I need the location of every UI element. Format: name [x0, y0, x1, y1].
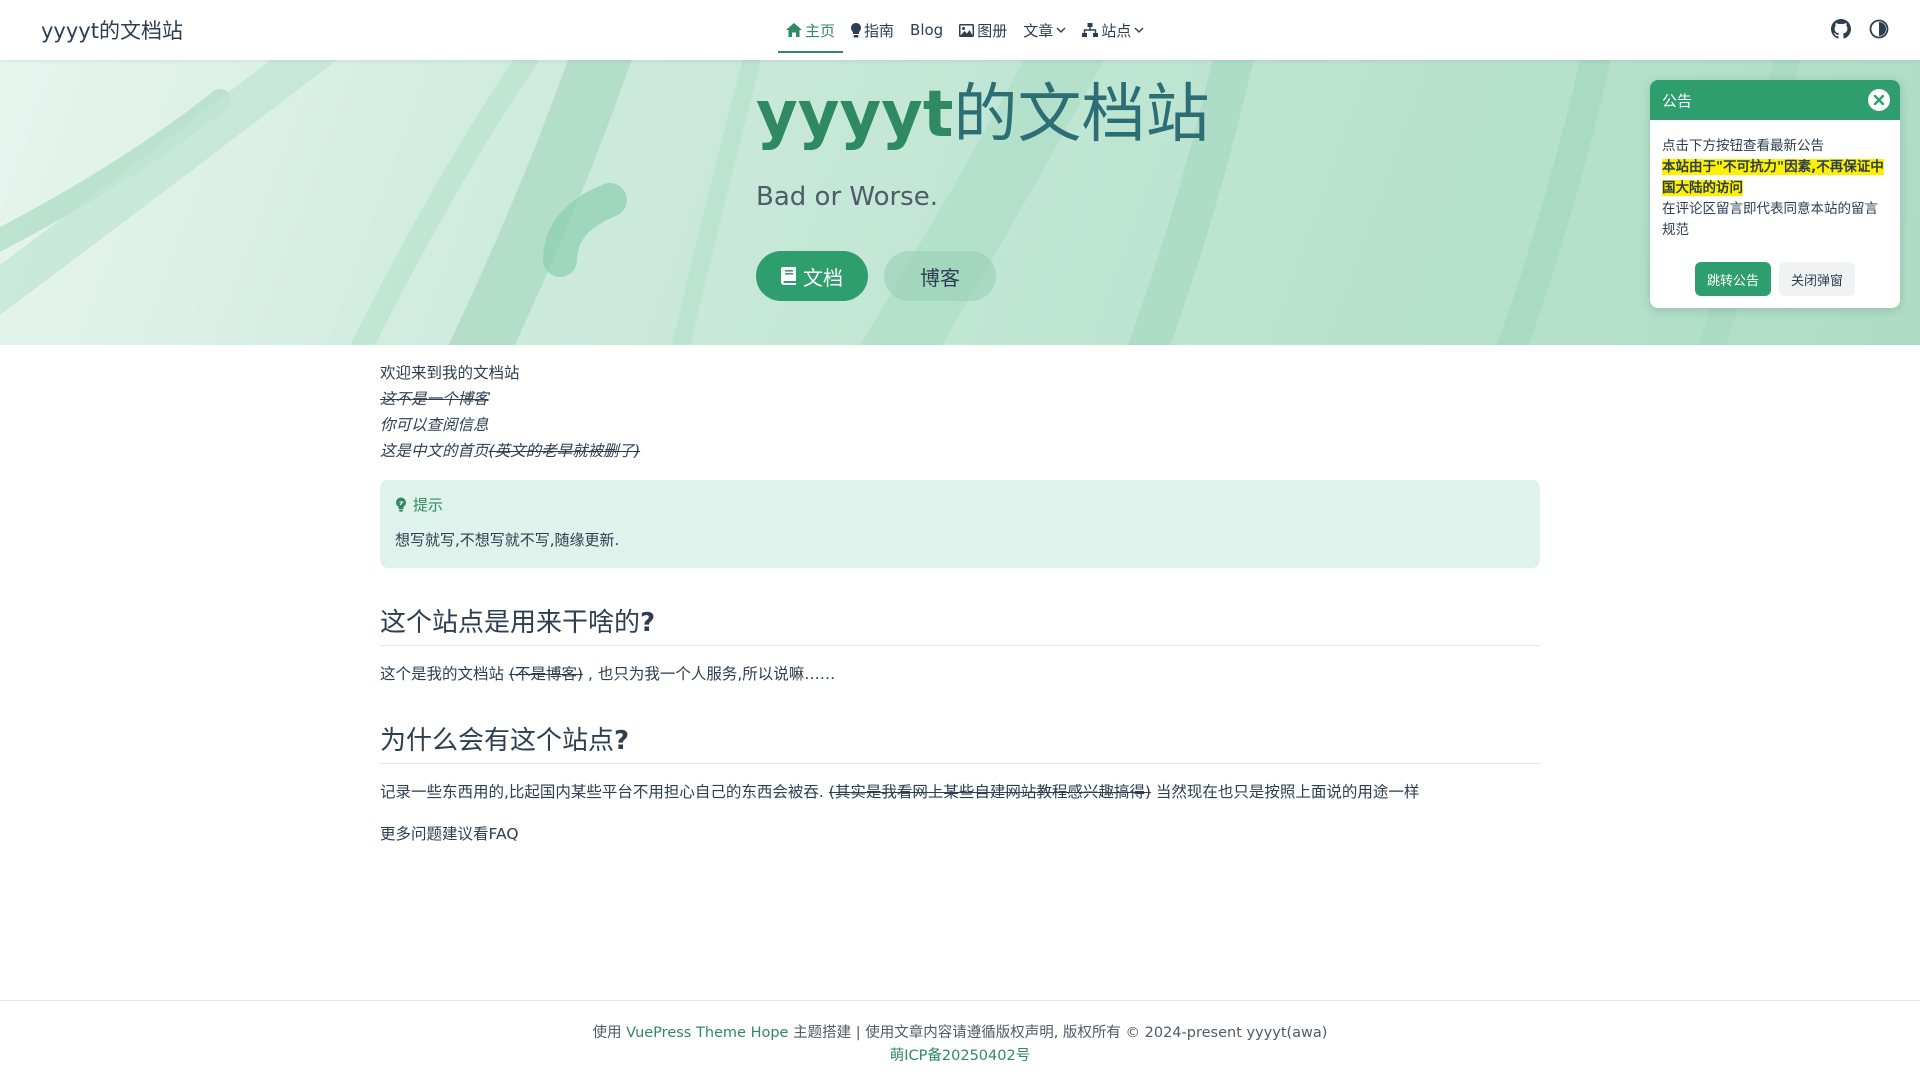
notice-line: 在评论区留言即代表同意本站的留言规范: [1662, 201, 1878, 238]
hero-title-rest: 的文档站: [953, 78, 1210, 152]
section-heading: 这个站点是用来干啥的?: [380, 602, 1540, 646]
nav-label: 指南: [864, 21, 895, 40]
notice-highlight: 本站由于"不可抗力"因素,不再保证中国大陆的访问: [1662, 159, 1884, 196]
intro-line: 你可以查阅信息: [380, 416, 489, 434]
section-heading: 为什么会有这个站点?: [380, 720, 1540, 764]
docs-button[interactable]: 文档: [756, 251, 868, 301]
goto-notice-button[interactable]: 跳转公告: [1694, 262, 1771, 296]
close-popup-button[interactable]: 关闭弹窗: [1779, 262, 1856, 296]
intro: 欢迎来到我的文档站 这不是一个博客 你可以查阅信息 这是中文的首页(英文的老早就…: [380, 360, 1540, 464]
notice-title: 公告: [1662, 91, 1693, 110]
hero-title: yyyyt的文档站: [756, 70, 1209, 160]
hero-banner: yyyyt的文档站 Bad or Worse. 文档 博客: [0, 60, 1920, 345]
image-icon: [959, 23, 975, 37]
nav-right-actions: [1830, 18, 1890, 40]
footer-text: 主题搭建 | 使用文章内容请遵循版权声明, 版权所有 © 2024-presen…: [788, 1025, 1328, 1041]
intro-line: 这是中文的首页(英文的老早就被删了): [380, 438, 1540, 464]
notice-body: 点击下方按钮查看最新公告 本站由于"不可抗力"因素,不再保证中国大陆的访问 在评…: [1650, 120, 1900, 241]
theme-toggle-icon[interactable]: [1868, 18, 1890, 40]
home-icon: [786, 23, 802, 37]
nav-label: Blog: [910, 21, 944, 39]
close-icon[interactable]: [1868, 89, 1890, 111]
intro-text: 这是中文的首页: [380, 442, 489, 460]
para-strike-text: (其实是我看网上某些自建网站教程感兴趣搞得): [828, 783, 1151, 801]
tip-box: 提示 想写就写,不想写就不写,随缘更新.: [380, 480, 1540, 568]
notice-line: 点击下方按钮查看最新公告: [1662, 138, 1824, 154]
chevron-down-icon: [1134, 26, 1144, 34]
nav-item-gallery[interactable]: 图册: [951, 7, 1015, 53]
nav-item-guide[interactable]: 指南: [843, 7, 902, 53]
nav-label: 文章: [1023, 21, 1054, 40]
hero-title-bold: yyyyt: [756, 78, 954, 152]
nav-item-home[interactable]: 主页: [778, 7, 844, 53]
main-content: 欢迎来到我的文档站 这不是一个博客 你可以查阅信息 这是中文的首页(英文的老早就…: [380, 360, 1540, 844]
notice-header: 公告: [1650, 80, 1900, 120]
heading-text: 为什么会有这个站点: [380, 726, 615, 756]
blog-button[interactable]: 博客: [884, 251, 996, 301]
heading-mark: ?: [614, 726, 630, 756]
intro-line: 欢迎来到我的文档站: [380, 364, 520, 382]
blog-button-label: 博客: [920, 265, 960, 290]
intro-line: 这不是一个博客: [380, 390, 489, 408]
heading-text: 这个站点是用来干啥的: [380, 608, 641, 638]
para-text: 记录一些东西用的,比起国内某些平台不用担心自己的东西会被吞.: [380, 783, 829, 801]
notice-popup: 公告 点击下方按钮查看最新公告 本站由于"不可抗力"因素,不再保证中国大陆的访问…: [1650, 80, 1900, 308]
tip-text: 想写就写,不想写就不写,随缘更新.: [395, 531, 620, 549]
book-icon: [781, 267, 797, 285]
nav-label: 站点: [1101, 21, 1132, 40]
nav-item-articles[interactable]: 文章: [1015, 7, 1074, 53]
site-brand[interactable]: yyyyt的文档站: [41, 15, 183, 45]
paragraph: 这个是我的文档站 (不是博客) , 也只为我一个人服务,所以说嘛……: [380, 662, 1540, 686]
github-icon[interactable]: [1830, 18, 1852, 40]
lightbulb-icon: [851, 22, 862, 38]
para-text: 当然现在也只是按照上面说的用途一样: [1150, 783, 1420, 801]
chevron-down-icon: [1056, 26, 1066, 34]
nav-label: 图册: [977, 21, 1008, 40]
tip-title-text: 提示: [413, 496, 444, 514]
footer: 使用 VuePress Theme Hope 主题搭建 | 使用文章内容请遵循版…: [0, 1000, 1920, 1080]
main-nav: 主页 指南 Blog 图册 文章 站点: [778, 0, 1152, 60]
nav-label: 主页: [805, 21, 836, 40]
nav-item-blog[interactable]: Blog: [902, 7, 951, 53]
heading-mark: ?: [640, 608, 656, 638]
footer-copyright: 使用 VuePress Theme Hope 主题搭建 | 使用文章内容请遵循版…: [0, 1021, 1920, 1042]
faq-note: 更多问题建议看FAQ: [380, 825, 519, 843]
para-strike-text: (不是博客): [508, 665, 584, 683]
navbar: yyyyt的文档站 主页 指南 Blog 图册 文章 站点: [0, 0, 1920, 60]
nav-item-sites[interactable]: 站点: [1074, 7, 1152, 53]
tip-title: 提示: [395, 494, 1525, 515]
hero-subtitle: Bad or Worse.: [756, 182, 938, 212]
para-text: , 也只为我一个人服务,所以说嘛……: [583, 665, 836, 683]
para-text: 这个是我的文档站: [380, 665, 509, 683]
docs-button-label: 文档: [803, 265, 843, 290]
footer-text: 使用: [592, 1025, 627, 1041]
intro-strike-text: (英文的老早就被删了): [488, 442, 641, 460]
lightbulb-icon: [395, 497, 407, 512]
icp-link[interactable]: 萌ICP备20250402号: [0, 1044, 1920, 1065]
sitemap-icon: [1082, 23, 1099, 37]
paragraph: 记录一些东西用的,比起国内某些平台不用担心自己的东西会被吞. (其实是我看网上某…: [380, 780, 1540, 804]
theme-link[interactable]: VuePress Theme Hope: [626, 1025, 788, 1041]
notice-actions: 跳转公告 关闭弹窗: [1650, 262, 1900, 296]
